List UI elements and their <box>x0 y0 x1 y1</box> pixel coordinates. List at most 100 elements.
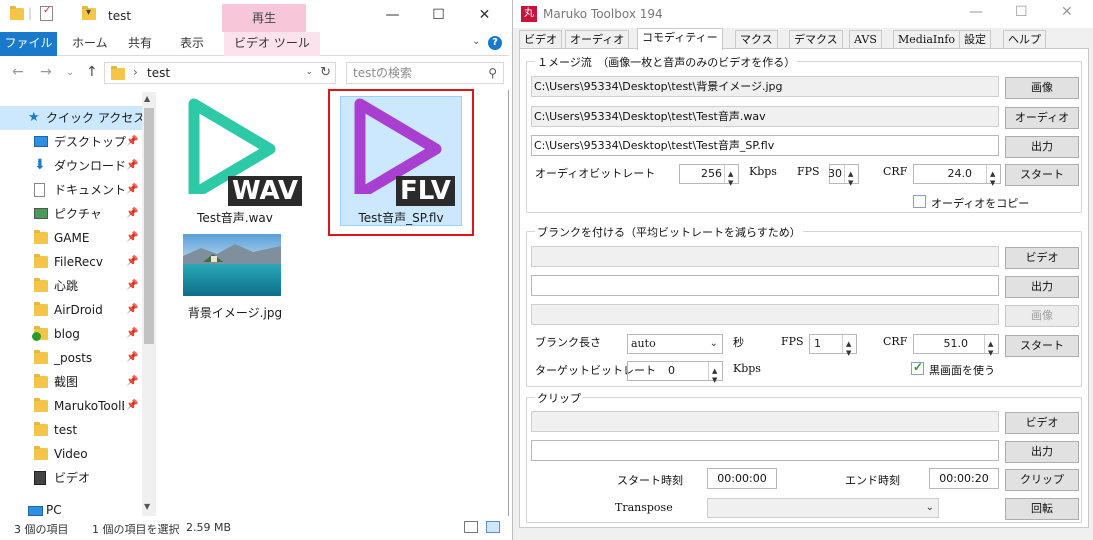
pin-icon[interactable]: 📌 <box>126 202 138 226</box>
blank-fps-stepper[interactable]: 1 ▲ ▼ <box>809 334 857 357</box>
tab-video-tools[interactable]: ビデオ ツール <box>224 32 320 56</box>
nav-quick-access[interactable]: ★ クイック アクセス <box>0 106 145 130</box>
contextual-tab-play[interactable]: 再生 <box>222 4 306 32</box>
end-time-field[interactable]: 00:00:20 <box>929 468 999 489</box>
nav-item-downloads[interactable]: ⬇ ダウンロード 📌 <box>0 154 142 178</box>
blank-video-path-field[interactable] <box>531 246 999 267</box>
scroll-down-icon[interactable]: ▼ <box>144 502 150 511</box>
tab-demux[interactable]: デマクス <box>789 30 843 49</box>
stepper-arrows[interactable]: ▲ ▼ <box>984 335 998 357</box>
search-icon[interactable]: ⚲ <box>488 66 497 80</box>
chevron-down-icon[interactable]: ⌄ <box>926 499 934 517</box>
start-time-field[interactable]: 00:00:00 <box>707 468 777 489</box>
nav-item-airdroid[interactable]: AirDroid 📌 <box>0 298 142 322</box>
pin-icon[interactable]: 📌 <box>126 250 138 274</box>
tab-help[interactable]: ヘルプ <box>1003 30 1046 49</box>
address-box[interactable]: › test ⌄ ↻ <box>104 62 336 84</box>
chevron-right-icon[interactable]: › <box>133 65 138 79</box>
stepper-arrows[interactable]: ▲ ▼ <box>986 165 1000 187</box>
output-button[interactable]: 出力 <box>1005 276 1079 298</box>
blank-length-select[interactable]: auto ⌄ <box>627 334 723 354</box>
output-button[interactable]: 出力 <box>1005 136 1079 158</box>
pin-icon[interactable]: 📌 <box>126 178 138 202</box>
large-icons-view-icon[interactable] <box>486 521 500 533</box>
transpose-select[interactable]: ⌄ <box>707 498 939 518</box>
stepper-arrows[interactable]: ▲ ▼ <box>724 165 738 187</box>
audio-path-field[interactable]: C:\Users\95334\Desktop\test\Test音声.wav <box>531 106 999 127</box>
search-box[interactable]: ⚲ <box>346 62 504 84</box>
pin-icon[interactable]: 📌 <box>126 274 138 298</box>
image-path-field[interactable]: C:\Users\95334\Desktop\test\背景イメージ.jpg <box>531 76 999 97</box>
nav-item-videos-library[interactable]: ビデオ <box>0 466 142 490</box>
tab-commodity[interactable]: コモディティー <box>637 28 723 50</box>
video-button[interactable]: ビデオ <box>1005 412 1079 434</box>
scrollbar-thumb[interactable] <box>144 108 154 344</box>
tab-avs[interactable]: AVS <box>849 30 882 49</box>
pin-icon[interactable]: 📌 <box>126 298 138 322</box>
nav-scrollbar[interactable]: ▲ ▼ <box>142 92 156 516</box>
pin-icon[interactable]: 📌 <box>126 346 138 370</box>
nav-item-marukotoolbox[interactable]: MarukoToolB 📌 <box>0 394 142 418</box>
nav-item-blog[interactable]: blog 📌 <box>0 322 142 346</box>
copy-audio-checkbox[interactable] <box>913 195 926 208</box>
scroll-up-icon[interactable]: ▲ <box>144 94 150 103</box>
nav-item-game[interactable]: GAME 📌 <box>0 226 142 250</box>
stepper-arrows[interactable]: ▲ ▼ <box>842 335 856 357</box>
address-dropdown-icon[interactable]: ⌄ <box>305 67 313 77</box>
stepper-arrows[interactable]: ▲ ▼ <box>844 165 858 187</box>
back-icon[interactable]: ← <box>12 64 24 80</box>
nav-item-documents[interactable]: ドキュメント 📌 <box>0 178 142 202</box>
properties-icon[interactable]: ✓ <box>40 5 53 21</box>
tab-audio[interactable]: オーディオ <box>565 30 630 49</box>
pin-icon[interactable]: 📌 <box>126 226 138 250</box>
tab-video[interactable]: ビデオ <box>519 30 562 49</box>
tab-home[interactable]: ホーム <box>62 32 118 56</box>
forward-icon[interactable]: → <box>40 64 52 80</box>
fps-stepper[interactable]: 30 ▲ ▼ <box>828 164 859 187</box>
video-button[interactable]: ビデオ <box>1005 247 1079 269</box>
file-item-wav[interactable]: WAV Test音声.wav <box>170 92 302 228</box>
pin-icon[interactable]: 📌 <box>126 130 138 154</box>
start-button[interactable]: スタート <box>1005 335 1079 357</box>
pin-icon[interactable]: 📌 <box>126 154 138 178</box>
minimize-button[interactable]: — <box>969 4 983 20</box>
clip-video-path-field[interactable] <box>531 411 999 432</box>
nav-item-desktop[interactable]: デスクトップ 📌 <box>0 130 142 154</box>
clip-button[interactable]: クリップ <box>1005 469 1079 491</box>
nav-item-screenshots[interactable]: 截图 📌 <box>0 370 142 394</box>
recent-icon[interactable]: ⌄ <box>66 67 74 78</box>
blank-crf-stepper[interactable]: 51.0 ▲ ▼ <box>913 334 999 357</box>
tab-mux[interactable]: マクス <box>735 30 778 49</box>
nav-item-video[interactable]: Video <box>0 442 142 466</box>
start-button[interactable]: スタート <box>1005 164 1079 186</box>
audio-bitrate-stepper[interactable]: 256 ▲ ▼ <box>679 164 739 187</box>
expand-ribbon-icon[interactable]: ⌄ <box>472 36 480 47</box>
tab-view[interactable]: 表示 <box>170 32 214 56</box>
target-bitrate-stepper[interactable]: 0 ▲ ▼ <box>627 361 723 384</box>
minimize-button[interactable]: — <box>370 0 415 32</box>
tab-share[interactable]: 共有 <box>118 32 162 56</box>
file-item-flv[interactable]: FLV Test音声_SP.flv <box>336 92 466 228</box>
nav-item-posts[interactable]: _posts 📌 <box>0 346 142 370</box>
folder-icon[interactable] <box>10 6 24 20</box>
pin-icon[interactable]: 📌 <box>126 322 138 346</box>
tab-file[interactable]: ファイル <box>0 32 57 56</box>
crf-stepper[interactable]: 24.0 ▲ ▼ <box>913 164 1001 187</box>
maximize-button[interactable]: ☐ <box>1015 4 1028 20</box>
search-input[interactable] <box>353 65 481 81</box>
nav-item-filerecv[interactable]: FileRecv 📌 <box>0 250 142 274</box>
details-view-icon[interactable] <box>464 521 478 533</box>
chevron-down-icon[interactable]: ⌄ <box>710 335 718 353</box>
pin-icon[interactable]: 📌 <box>126 370 138 394</box>
tab-settings[interactable]: 設定 <box>959 30 991 49</box>
image-button[interactable]: 画像 <box>1005 77 1079 99</box>
nav-item-test[interactable]: test <box>0 418 142 442</box>
nav-item-pictures[interactable]: ピクチャ 📌 <box>0 202 142 226</box>
close-button[interactable]: ✕ <box>1061 4 1073 20</box>
rotate-button[interactable]: 回転 <box>1005 498 1079 520</box>
maximize-button[interactable]: ☐ <box>416 0 461 32</box>
close-button[interactable]: ✕ <box>462 0 507 32</box>
output-button[interactable]: 出力 <box>1005 441 1079 463</box>
clip-output-path-field[interactable] <box>531 440 999 461</box>
refresh-icon[interactable]: ↻ <box>320 65 331 80</box>
